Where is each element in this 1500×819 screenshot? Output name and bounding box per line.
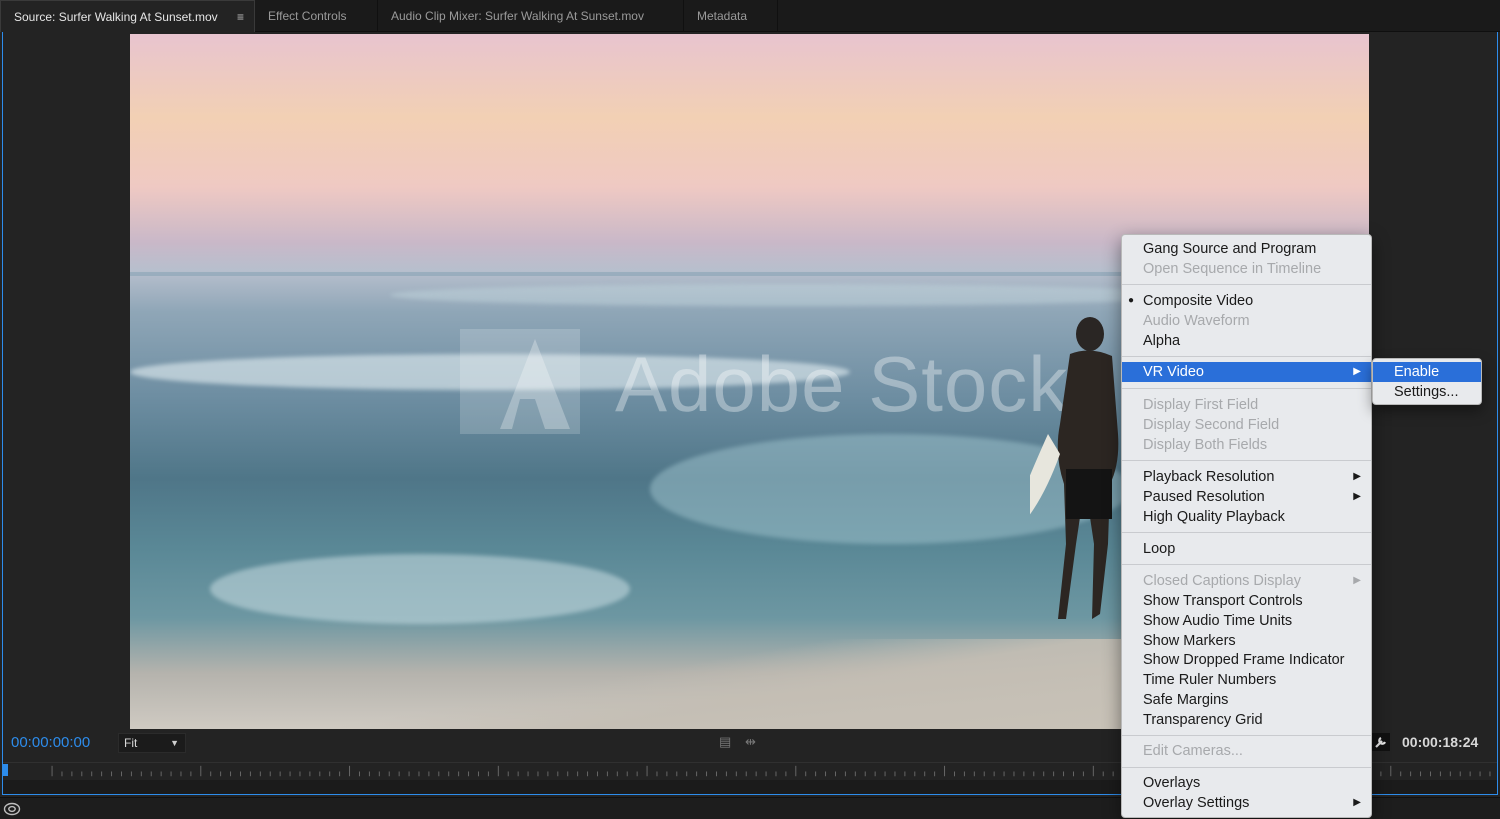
submenu-item-settings[interactable]: Settings...: [1373, 382, 1481, 402]
checked-bullet-icon: ●: [1128, 295, 1135, 306]
menu-item-label: Loop: [1143, 541, 1176, 557]
zoom-level-value: Fit: [124, 736, 138, 750]
menu-item-label: Playback Resolution: [1143, 469, 1275, 485]
menu-item-label: Audio Waveform: [1143, 313, 1250, 329]
submenu-arrow-icon: ▶: [1353, 471, 1361, 482]
menu-item-high-quality-playback[interactable]: High Quality Playback: [1122, 507, 1371, 527]
menu-item-label: Display Both Fields: [1143, 437, 1268, 453]
menu-item-display-first-field: Display First Field: [1122, 395, 1371, 415]
menu-item-show-dropped-frame-indicator[interactable]: Show Dropped Frame Indicator: [1122, 650, 1371, 670]
menu-item-alpha[interactable]: Alpha: [1122, 331, 1371, 351]
tab-metadata-label: Metadata: [697, 9, 748, 23]
playhead-marker[interactable]: [2, 764, 8, 776]
menu-item-label: Show Markers: [1143, 633, 1236, 649]
menu-item-overlays[interactable]: Overlays: [1122, 773, 1371, 793]
menu-item-label: VR Video: [1143, 364, 1204, 380]
menu-separator: [1122, 767, 1371, 768]
dropdown-arrow-icon: ▼: [170, 738, 179, 748]
surfer-silhouette: [1030, 317, 1119, 619]
submenu-arrow-icon: ▶: [1353, 797, 1361, 808]
submenu-item-enable[interactable]: Enable: [1373, 362, 1481, 382]
menu-item-paused-resolution[interactable]: Paused Resolution ▶: [1122, 487, 1371, 507]
menu-item-label: Safe Margins: [1143, 692, 1229, 708]
menu-separator: [1122, 460, 1371, 461]
menu-separator: [1122, 356, 1371, 357]
menu-item-label: Display First Field: [1143, 397, 1259, 413]
menu-item-loop[interactable]: Loop: [1122, 539, 1371, 559]
menu-item-label: Edit Cameras...: [1143, 743, 1243, 759]
menu-item-vr-video[interactable]: VR Video ▶: [1122, 362, 1371, 382]
menu-separator: [1122, 388, 1371, 389]
tab-audio-clip-mixer-label: Audio Clip Mixer: Surfer Walking At Suns…: [391, 9, 644, 23]
menu-item-label: Transparency Grid: [1143, 712, 1263, 728]
menu-item-transparency-grid[interactable]: Transparency Grid: [1122, 710, 1371, 730]
menu-item-label: Show Dropped Frame Indicator: [1143, 652, 1345, 668]
menu-item-label: Overlay Settings: [1143, 795, 1250, 811]
menu-separator: [1122, 564, 1371, 565]
zoom-level-select[interactable]: Fit ▼: [118, 733, 186, 753]
menu-item-audio-waveform: Audio Waveform: [1122, 311, 1371, 331]
wave: [390, 284, 1190, 306]
menu-item-closed-captions-display: Closed Captions Display ▶: [1122, 571, 1371, 591]
menu-item-label: Show Transport Controls: [1143, 593, 1303, 609]
duration-timecode: 00:00:18:24: [1402, 734, 1479, 750]
menu-item-label: Paused Resolution: [1143, 489, 1265, 505]
creative-cloud-icon[interactable]: [3, 800, 21, 816]
menu-item-edit-cameras: Edit Cameras...: [1122, 741, 1371, 761]
submenu-arrow-icon: ▶: [1353, 491, 1361, 502]
tab-source[interactable]: Source: Surfer Walking At Sunset.mov ≡: [0, 0, 255, 32]
playhead-timecode[interactable]: 00:00:00:00: [11, 734, 90, 751]
drag-video-icon[interactable]: ⇹: [745, 734, 756, 750]
adobe-logo-watermark-icon: [460, 329, 580, 434]
submenu-arrow-icon: ▶: [1353, 575, 1361, 586]
wrench-settings-icon[interactable]: [1372, 733, 1390, 751]
panel-menu-icon[interactable]: ≡: [237, 1, 244, 33]
menu-separator: [1122, 284, 1371, 285]
menu-item-safe-margins[interactable]: Safe Margins: [1122, 690, 1371, 710]
menu-item-show-markers[interactable]: Show Markers: [1122, 631, 1371, 651]
menu-item-playback-resolution[interactable]: Playback Resolution ▶: [1122, 467, 1371, 487]
menu-item-label: Enable: [1394, 364, 1440, 380]
tab-metadata[interactable]: Metadata: [684, 0, 778, 32]
source-monitor-window: Source: Surfer Walking At Sunset.mov ≡ E…: [0, 0, 1500, 819]
menu-item-label: Display Second Field: [1143, 417, 1280, 433]
tab-effect-controls-label: Effect Controls: [268, 9, 347, 23]
tab-effect-controls[interactable]: Effect Controls: [255, 0, 378, 32]
menu-item-label: Show Audio Time Units: [1143, 613, 1293, 629]
menu-item-label: Composite Video: [1143, 293, 1254, 309]
vr-video-submenu: Enable Settings...: [1372, 358, 1482, 405]
monitor-context-menu: Gang Source and Program Open Sequence in…: [1121, 234, 1372, 818]
menu-item-show-transport-controls[interactable]: Show Transport Controls: [1122, 591, 1371, 611]
submenu-arrow-icon: ▶: [1353, 366, 1361, 377]
menu-item-label: Closed Captions Display: [1143, 573, 1301, 589]
menu-item-display-both-fields: Display Both Fields: [1122, 435, 1371, 455]
menu-item-label: High Quality Playback: [1143, 509, 1285, 525]
panel-tab-bar: Source: Surfer Walking At Sunset.mov ≡ E…: [0, 0, 1500, 32]
menu-item-open-sequence-in-timeline: Open Sequence in Timeline: [1122, 259, 1371, 279]
menu-item-time-ruler-numbers[interactable]: Time Ruler Numbers: [1122, 670, 1371, 690]
menu-item-gang-source-and-program[interactable]: Gang Source and Program: [1122, 239, 1371, 259]
menu-item-label: Settings...: [1394, 384, 1459, 400]
menu-item-label: Time Ruler Numbers: [1143, 672, 1277, 688]
menu-item-show-audio-time-units[interactable]: Show Audio Time Units: [1122, 611, 1371, 631]
film-strip-icon[interactable]: ▤: [719, 734, 731, 750]
menu-item-display-second-field: Display Second Field: [1122, 415, 1371, 435]
menu-separator: [1122, 735, 1371, 736]
tab-audio-clip-mixer[interactable]: Audio Clip Mixer: Surfer Walking At Suns…: [378, 0, 684, 32]
menu-item-label: Open Sequence in Timeline: [1143, 261, 1322, 277]
wave: [210, 554, 630, 624]
adobe-stock-watermark: Adobe Stock: [615, 340, 1069, 428]
menu-item-label: Gang Source and Program: [1143, 241, 1317, 257]
menu-item-label: Overlays: [1143, 775, 1201, 791]
menu-item-overlay-settings[interactable]: Overlay Settings ▶: [1122, 793, 1371, 813]
menu-item-label: Alpha: [1143, 333, 1181, 349]
tab-source-label: Source: Surfer Walking At Sunset.mov: [14, 10, 218, 24]
menu-item-composite-video[interactable]: ● Composite Video: [1122, 291, 1371, 311]
menu-separator: [1122, 532, 1371, 533]
